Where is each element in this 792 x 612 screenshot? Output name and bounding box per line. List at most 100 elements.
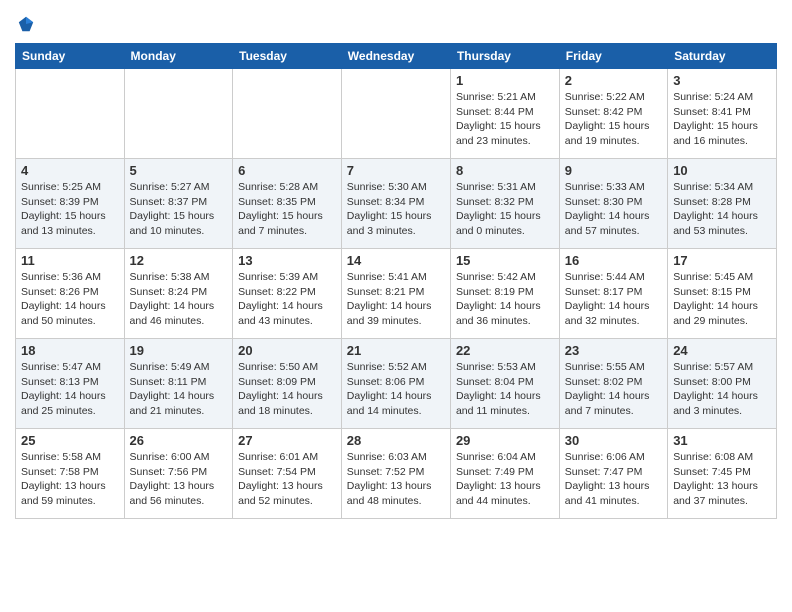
day-info: Sunrise: 5:25 AM Sunset: 8:39 PM Dayligh…: [21, 180, 119, 239]
day-number: 30: [565, 433, 662, 448]
calendar-cell-w3d5: 23 Sunrise: 5:55 AM Sunset: 8:02 PM Dayli…: [559, 339, 667, 429]
calendar-cell-w3d3: 21 Sunrise: 5:52 AM Sunset: 8:06 PM Dayli…: [341, 339, 450, 429]
calendar-cell-w1d4: 8 Sunrise: 5:31 AM Sunset: 8:32 PM Daylig…: [450, 159, 559, 249]
day-info: Sunrise: 5:24 AM Sunset: 8:41 PM Dayligh…: [673, 90, 771, 149]
day-number: 29: [456, 433, 554, 448]
day-info: Sunrise: 5:45 AM Sunset: 8:15 PM Dayligh…: [673, 270, 771, 329]
weekday-header-sunday: Sunday: [16, 44, 125, 69]
day-info: Sunrise: 5:58 AM Sunset: 7:58 PM Dayligh…: [21, 450, 119, 509]
day-number: 20: [238, 343, 336, 358]
day-info: Sunrise: 6:03 AM Sunset: 7:52 PM Dayligh…: [347, 450, 445, 509]
day-number: 1: [456, 73, 554, 88]
day-number: 31: [673, 433, 771, 448]
day-info: Sunrise: 5:27 AM Sunset: 8:37 PM Dayligh…: [130, 180, 228, 239]
day-number: 4: [21, 163, 119, 178]
calendar-cell-w4d1: 26 Sunrise: 6:00 AM Sunset: 7:56 PM Dayli…: [124, 429, 233, 519]
day-info: Sunrise: 5:22 AM Sunset: 8:42 PM Dayligh…: [565, 90, 662, 149]
day-info: Sunrise: 6:06 AM Sunset: 7:47 PM Dayligh…: [565, 450, 662, 509]
day-info: Sunrise: 5:50 AM Sunset: 8:09 PM Dayligh…: [238, 360, 336, 419]
header: [15, 15, 777, 33]
calendar-cell-w0d0: [16, 69, 125, 159]
calendar-cell-w2d6: 17 Sunrise: 5:45 AM Sunset: 8:15 PM Dayli…: [668, 249, 777, 339]
day-info: Sunrise: 5:33 AM Sunset: 8:30 PM Dayligh…: [565, 180, 662, 239]
day-info: Sunrise: 5:44 AM Sunset: 8:17 PM Dayligh…: [565, 270, 662, 329]
calendar-cell-w3d4: 22 Sunrise: 5:53 AM Sunset: 8:04 PM Dayli…: [450, 339, 559, 429]
calendar: SundayMondayTuesdayWednesdayThursdayFrid…: [15, 43, 777, 519]
calendar-cell-w3d1: 19 Sunrise: 5:49 AM Sunset: 8:11 PM Dayli…: [124, 339, 233, 429]
calendar-cell-w4d2: 27 Sunrise: 6:01 AM Sunset: 7:54 PM Dayli…: [233, 429, 342, 519]
day-number: 3: [673, 73, 771, 88]
calendar-cell-w0d3: [341, 69, 450, 159]
day-info: Sunrise: 5:49 AM Sunset: 8:11 PM Dayligh…: [130, 360, 228, 419]
day-number: 19: [130, 343, 228, 358]
calendar-cell-w4d6: 31 Sunrise: 6:08 AM Sunset: 7:45 PM Dayli…: [668, 429, 777, 519]
day-number: 10: [673, 163, 771, 178]
day-number: 9: [565, 163, 662, 178]
day-number: 6: [238, 163, 336, 178]
calendar-cell-w2d0: 11 Sunrise: 5:36 AM Sunset: 8:26 PM Dayli…: [16, 249, 125, 339]
day-number: 7: [347, 163, 445, 178]
day-info: Sunrise: 6:01 AM Sunset: 7:54 PM Dayligh…: [238, 450, 336, 509]
calendar-cell-w2d5: 16 Sunrise: 5:44 AM Sunset: 8:17 PM Dayli…: [559, 249, 667, 339]
calendar-cell-w2d4: 15Sunrise: 5:42 AM Sunset: 8:19 PM Dayli…: [450, 249, 559, 339]
calendar-cell-w4d0: 25 Sunrise: 5:58 AM Sunset: 7:58 PM Dayli…: [16, 429, 125, 519]
calendar-cell-w1d3: 7 Sunrise: 5:30 AM Sunset: 8:34 PM Daylig…: [341, 159, 450, 249]
day-info: Sunrise: 5:34 AM Sunset: 8:28 PM Dayligh…: [673, 180, 771, 239]
logo-flag-icon: [17, 15, 35, 33]
day-number: 23: [565, 343, 662, 358]
day-info: Sunrise: 5:38 AM Sunset: 8:24 PM Dayligh…: [130, 270, 228, 329]
day-number: 5: [130, 163, 228, 178]
calendar-cell-w1d6: 10 Sunrise: 5:34 AM Sunset: 8:28 PM Dayli…: [668, 159, 777, 249]
calendar-cell-w2d2: 13Sunrise: 5:39 AM Sunset: 8:22 PM Dayli…: [233, 249, 342, 339]
day-info: Sunrise: 6:00 AM Sunset: 7:56 PM Dayligh…: [130, 450, 228, 509]
calendar-cell-w4d5: 30 Sunrise: 6:06 AM Sunset: 7:47 PM Dayli…: [559, 429, 667, 519]
calendar-cell-w1d1: 5 Sunrise: 5:27 AM Sunset: 8:37 PM Daylig…: [124, 159, 233, 249]
day-info: Sunrise: 5:36 AM Sunset: 8:26 PM Dayligh…: [21, 270, 119, 329]
day-number: 21: [347, 343, 445, 358]
day-number: 2: [565, 73, 662, 88]
day-number: 26: [130, 433, 228, 448]
day-info: Sunrise: 5:55 AM Sunset: 8:02 PM Dayligh…: [565, 360, 662, 419]
day-info: Sunrise: 6:08 AM Sunset: 7:45 PM Dayligh…: [673, 450, 771, 509]
calendar-cell-w1d2: 6 Sunrise: 5:28 AM Sunset: 8:35 PM Daylig…: [233, 159, 342, 249]
weekday-header-wednesday: Wednesday: [341, 44, 450, 69]
day-number: 17: [673, 253, 771, 268]
day-number: 11: [21, 253, 119, 268]
day-info: Sunrise: 5:28 AM Sunset: 8:35 PM Dayligh…: [238, 180, 336, 239]
day-number: 13: [238, 253, 336, 268]
weekday-header-tuesday: Tuesday: [233, 44, 342, 69]
calendar-cell-w0d4: 1 Sunrise: 5:21 AM Sunset: 8:44 PM Daylig…: [450, 69, 559, 159]
day-info: Sunrise: 6:04 AM Sunset: 7:49 PM Dayligh…: [456, 450, 554, 509]
day-info: Sunrise: 5:52 AM Sunset: 8:06 PM Dayligh…: [347, 360, 445, 419]
calendar-cell-w4d4: 29 Sunrise: 6:04 AM Sunset: 7:49 PM Dayli…: [450, 429, 559, 519]
weekday-header-friday: Friday: [559, 44, 667, 69]
day-info: Sunrise: 5:21 AM Sunset: 8:44 PM Dayligh…: [456, 90, 554, 149]
day-number: 25: [21, 433, 119, 448]
day-number: 8: [456, 163, 554, 178]
day-number: 12: [130, 253, 228, 268]
day-info: Sunrise: 5:30 AM Sunset: 8:34 PM Dayligh…: [347, 180, 445, 239]
day-info: Sunrise: 5:53 AM Sunset: 8:04 PM Dayligh…: [456, 360, 554, 419]
calendar-cell-w0d2: [233, 69, 342, 159]
calendar-cell-w3d6: 24 Sunrise: 5:57 AM Sunset: 8:00 PM Dayli…: [668, 339, 777, 429]
logo: [15, 15, 35, 33]
day-number: 27: [238, 433, 336, 448]
day-info: Sunrise: 5:47 AM Sunset: 8:13 PM Dayligh…: [21, 360, 119, 419]
calendar-cell-w0d1: [124, 69, 233, 159]
calendar-cell-w3d0: 18 Sunrise: 5:47 AM Sunset: 8:13 PM Dayli…: [16, 339, 125, 429]
day-number: 28: [347, 433, 445, 448]
calendar-cell-w0d6: 3 Sunrise: 5:24 AM Sunset: 8:41 PM Daylig…: [668, 69, 777, 159]
calendar-cell-w2d1: 12 Sunrise: 5:38 AM Sunset: 8:24 PM Dayli…: [124, 249, 233, 339]
weekday-header-monday: Monday: [124, 44, 233, 69]
day-info: Sunrise: 5:57 AM Sunset: 8:00 PM Dayligh…: [673, 360, 771, 419]
calendar-cell-w3d2: 20 Sunrise: 5:50 AM Sunset: 8:09 PM Dayli…: [233, 339, 342, 429]
day-number: 24: [673, 343, 771, 358]
weekday-header-thursday: Thursday: [450, 44, 559, 69]
day-number: 16: [565, 253, 662, 268]
day-number: 18: [21, 343, 119, 358]
day-info: Sunrise: 5:42 AM Sunset: 8:19 PM Dayligh…: [456, 270, 554, 329]
day-number: 22: [456, 343, 554, 358]
day-info: Sunrise: 5:31 AM Sunset: 8:32 PM Dayligh…: [456, 180, 554, 239]
calendar-cell-w4d3: 28 Sunrise: 6:03 AM Sunset: 7:52 PM Dayli…: [341, 429, 450, 519]
day-number: 14: [347, 253, 445, 268]
